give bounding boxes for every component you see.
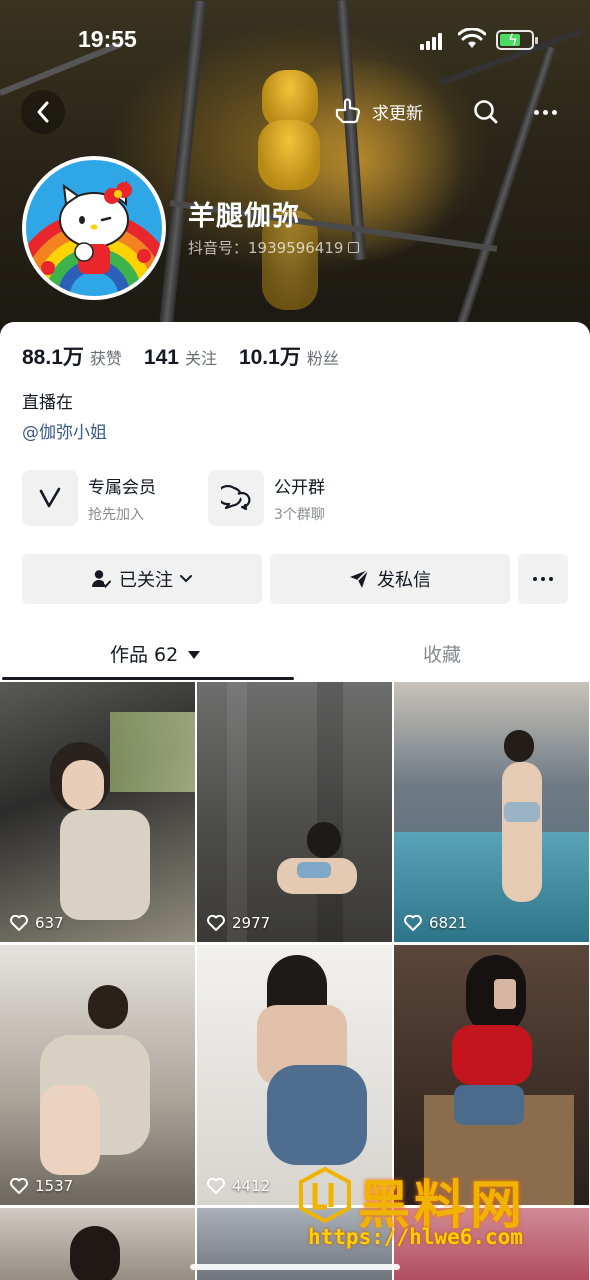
following-label: 已关注: [119, 570, 173, 591]
chat-group-icon: [208, 470, 264, 526]
heart-icon: [207, 1178, 225, 1194]
like-count-value: 2977: [232, 914, 271, 932]
stat-following[interactable]: 141 关注: [144, 345, 217, 370]
active-tab-indicator: [2, 677, 294, 680]
video-thumbnail[interactable]: [0, 1208, 195, 1280]
watermark-url: https://hlwe6.com: [308, 1225, 523, 1249]
content-tabs: 作品 62 收藏: [0, 630, 590, 680]
bio-text: 直播在: [22, 393, 73, 413]
stat-value: 10.1万: [238, 346, 301, 369]
like-count: 4412: [207, 1177, 270, 1195]
profile-actions: 已关注 发私信: [22, 554, 568, 604]
profile-nickname: 羊腿伽弥: [188, 201, 300, 232]
like-count: 1537: [10, 1177, 73, 1195]
stat-value: 141: [143, 346, 179, 369]
cellular-signal-icon: [420, 32, 442, 50]
user-check-icon: [91, 570, 111, 588]
public-group-entry[interactable]: 公开群 3个群聊: [208, 470, 325, 526]
stat-value: 88.1万: [22, 346, 84, 369]
heart-icon: [10, 915, 28, 931]
stat-likes[interactable]: 88.1万 获赞: [22, 341, 122, 371]
stat-label: 关注: [184, 349, 217, 368]
battery-charging-icon: ϟ: [496, 30, 538, 50]
more-actions-button[interactable]: [518, 554, 568, 604]
public-group-title: 公开群: [274, 477, 325, 498]
site-watermark: 黑料网 https://hlwe6.com: [296, 1163, 586, 1263]
heart-icon: [404, 915, 422, 931]
heart-icon: [10, 1178, 28, 1194]
bio-mention-link[interactable]: @伽弥小姐: [22, 418, 107, 443]
heart-icon: [207, 915, 225, 931]
profile-stats: 88.1万 获赞 141 关注 10.1万 粉丝: [22, 341, 361, 371]
like-count-value: 637: [35, 914, 64, 932]
video-thumbnail[interactable]: 6821: [394, 682, 589, 942]
hello-kitty-rainbow-avatar-image: [26, 160, 162, 296]
like-count-value: 4412: [232, 1177, 271, 1195]
home-indicator: [190, 1264, 400, 1270]
chevron-down-icon: [180, 575, 192, 583]
v-membership-icon: [22, 470, 78, 526]
like-count: 6821: [404, 914, 467, 932]
search-icon[interactable]: [472, 98, 500, 126]
chevron-left-icon: [37, 101, 49, 123]
paper-plane-icon: [350, 569, 369, 588]
like-count: 637: [10, 914, 64, 932]
douyin-id[interactable]: 抖音号：1939596419: [188, 237, 360, 258]
douyin-id-text: 抖音号：1939596419: [188, 239, 344, 257]
request-update-label: 求更新: [372, 103, 423, 124]
video-thumbnail[interactable]: 1537: [0, 945, 195, 1205]
send-message-button[interactable]: 发私信: [270, 554, 510, 604]
stat-followers[interactable]: 10.1万 粉丝: [239, 341, 339, 371]
stat-label: 粉丝: [306, 349, 339, 368]
avatar[interactable]: [22, 156, 166, 300]
membership-subtitle: 抢先加入: [88, 506, 144, 523]
tab-favorites[interactable]: 收藏: [423, 640, 461, 667]
membership-entry[interactable]: 专属会员 抢先加入: [22, 470, 156, 526]
more-options-icon[interactable]: [530, 98, 560, 126]
status-bar: 19:55 ϟ: [0, 26, 590, 56]
stat-label: 获赞: [89, 349, 122, 368]
video-thumbnail[interactable]: 637: [0, 682, 195, 942]
tab-works-label: 作品 62: [110, 644, 179, 666]
profile-header-background: 19:55 ϟ 求更新 羊腿伽弥 抖音号：1939596419: [0, 0, 590, 345]
like-count-value: 6821: [429, 914, 468, 932]
caret-down-icon: [188, 651, 201, 659]
like-count: 2977: [207, 914, 270, 932]
clock: 19:55: [78, 26, 137, 52]
like-count-value: 1537: [35, 1177, 74, 1195]
pointing-hand-icon: [335, 98, 361, 124]
request-update-button[interactable]: 求更新: [334, 98, 423, 124]
back-button[interactable]: [21, 90, 65, 134]
send-message-label: 发私信: [377, 570, 431, 591]
watermark-logo-icon: [299, 1167, 351, 1223]
public-group-subtitle: 3个群聊: [274, 506, 325, 523]
ellipsis-icon: [533, 577, 553, 581]
video-thumbnail[interactable]: 2977: [197, 682, 392, 942]
copy-icon[interactable]: [348, 242, 360, 253]
wifi-icon: [458, 28, 486, 48]
tab-works[interactable]: 作品 62: [110, 640, 201, 667]
membership-title: 专属会员: [88, 477, 156, 498]
top-nav: 求更新: [0, 86, 590, 138]
following-button[interactable]: 已关注: [22, 554, 262, 604]
